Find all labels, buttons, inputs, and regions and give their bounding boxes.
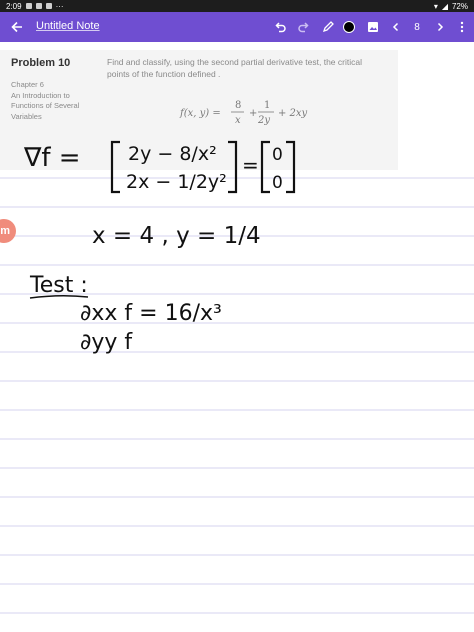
- more-options-button[interactable]: [452, 12, 472, 42]
- undo-icon: [275, 22, 286, 33]
- handwriting-layer: ∇f = 2y − 8/x² 2x − 1/2y² = 0 0 x = 4 , …: [23, 140, 296, 355]
- left-bracket: [110, 140, 120, 194]
- matrix-row-1: 2y − 8/x²: [128, 143, 217, 165]
- back-button[interactable]: [4, 12, 30, 42]
- zero-left-bracket: [260, 140, 270, 194]
- color-swatch-icon: [343, 21, 355, 33]
- app-bar: Untitled Note 8: [0, 12, 474, 42]
- pen-icon: [322, 21, 334, 33]
- status-bar: 2:09 ··· ▾ ◢ 72%: [0, 0, 474, 12]
- redo-icon: [298, 22, 309, 33]
- more-status-icon: ···: [55, 1, 64, 11]
- note-title[interactable]: Untitled Note: [36, 20, 100, 32]
- critical-point: x = 4 , y = 1/4: [92, 223, 261, 249]
- gradient-lhs: ∇f =: [23, 143, 81, 173]
- matrix-row-2: 2x − 1/2y²: [126, 171, 227, 193]
- image-status-icon: [35, 3, 42, 9]
- more-vertical-icon: [460, 21, 464, 33]
- second-partial-xx: ∂xx f = 16/x³: [80, 301, 222, 326]
- gear-status-icon: [25, 3, 32, 9]
- chevron-left-icon: [392, 22, 399, 32]
- download-status-icon: [45, 3, 52, 9]
- zero-entry: 0: [272, 173, 283, 193]
- battery-text: 72%: [451, 1, 468, 11]
- undo-button[interactable]: [268, 12, 292, 42]
- zero-entry: 0: [272, 145, 283, 165]
- test-label: Test :: [29, 273, 88, 298]
- insert-image-button[interactable]: [362, 12, 384, 42]
- arrow-left-icon: [11, 21, 22, 33]
- redo-button[interactable]: [292, 12, 316, 42]
- previous-page-button[interactable]: [386, 12, 406, 42]
- matrix-equals: =: [242, 153, 259, 177]
- right-bracket: [228, 140, 238, 194]
- second-partial-yy: ∂yy f: [80, 330, 133, 355]
- pen-button[interactable]: [316, 12, 340, 42]
- signal-icon: ◢: [441, 1, 448, 11]
- pen-color-button[interactable]: [338, 12, 360, 42]
- page-number: 8: [414, 21, 420, 33]
- chevron-right-icon: [437, 22, 444, 32]
- zero-right-bracket: [286, 140, 296, 194]
- status-time: 2:09: [6, 1, 22, 11]
- note-page[interactable]: Problem 10 Chapter 6 An Introduction to …: [0, 42, 474, 632]
- wifi-icon: ▾: [433, 1, 438, 11]
- image-icon: [368, 22, 378, 32]
- next-page-button[interactable]: [430, 12, 450, 42]
